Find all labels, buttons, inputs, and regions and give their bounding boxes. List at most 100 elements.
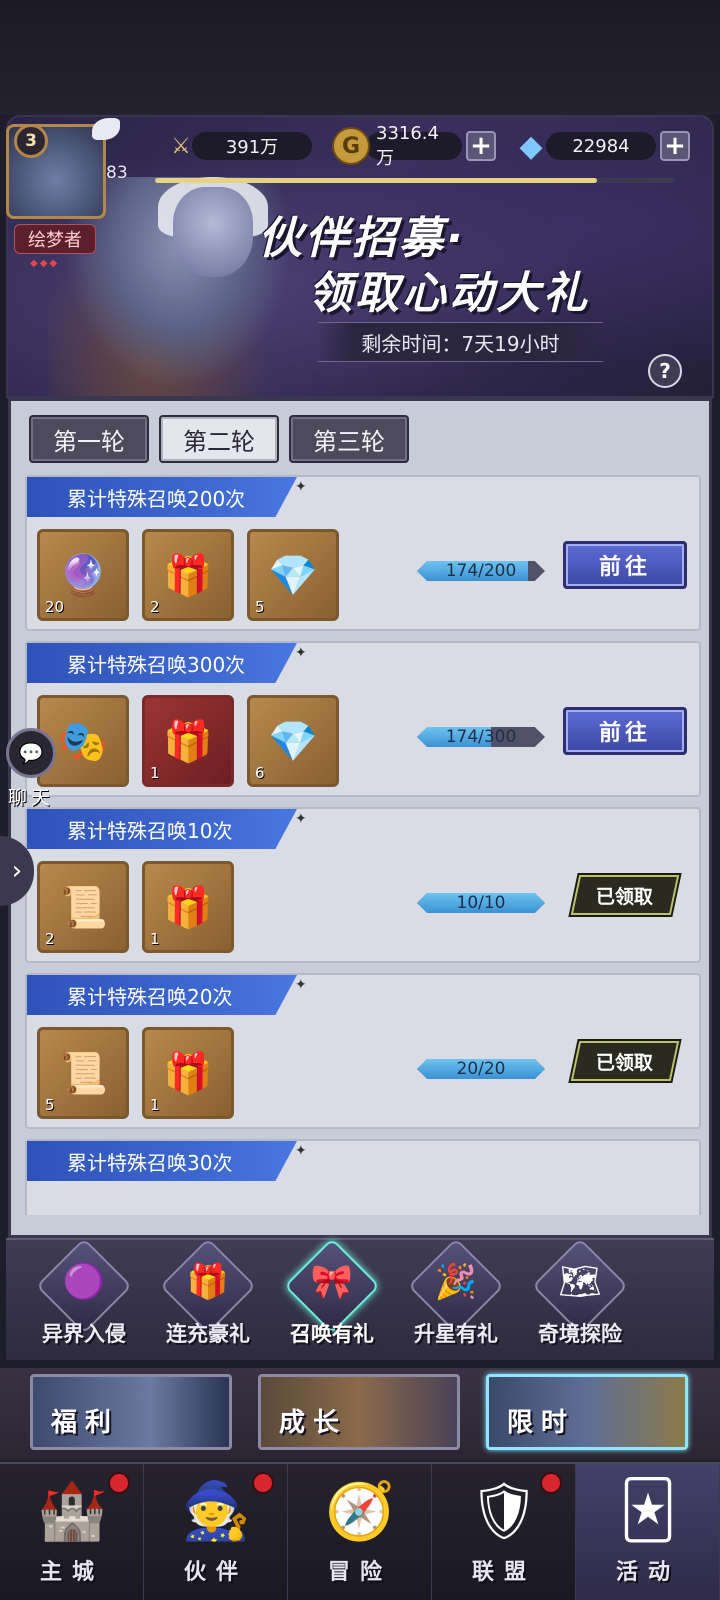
- reward-panel-inner[interactable]: 第一轮 第二轮 第三轮 累计特殊召唤200次 ✦ 🔮 20 🎁 2 💎 5 174/200 前往累…: [25, 407, 701, 1215]
- task-row: 累计特殊召唤300次 ✦ 🎭 🎁 1 💎 6 174/300 前往: [25, 641, 701, 797]
- nav-item[interactable]: 🃏 活动: [576, 1464, 720, 1600]
- item-count: 2: [45, 930, 55, 948]
- add-diamond-button[interactable]: +: [660, 131, 690, 161]
- activity-item[interactable]: 🟣 异界入侵: [28, 1237, 140, 1358]
- rank-diamonds-icon: ◆◆◆: [30, 258, 60, 269]
- tab-round-3[interactable]: 第三轮: [289, 415, 409, 463]
- activity-strip: 🟣 异界入侵 🎁 连充豪礼 🎀 召唤有礼 🎉 升星有礼 🗺 奇境探险: [6, 1237, 714, 1360]
- activity-item[interactable]: 🎉 升星有礼: [400, 1237, 512, 1358]
- hero-portrait-icon: 🎭: [58, 718, 108, 765]
- activity-label: 升星有礼: [414, 1322, 498, 1346]
- nav-label: 冒险: [327, 1560, 392, 1585]
- reward-items: 🔮 20 🎁 2 💎 5: [37, 529, 339, 621]
- gold-coin-icon: G: [332, 127, 370, 165]
- currency-bar: ⚔ 391万 G 3316.4万 + ◆ 22984 +: [150, 123, 690, 169]
- activity-item[interactable]: 🗺 奇境探险: [524, 1237, 636, 1358]
- crystal-coffin-icon: 🔮: [58, 552, 108, 599]
- reward-item[interactable]: 🎁 1: [142, 695, 234, 787]
- monster-face: [173, 187, 253, 277]
- task-row: 累计特殊召唤20次 ✦ 📜 5 🎁 1 20/20 已领取: [25, 973, 701, 1129]
- power-value: 391万: [192, 132, 312, 160]
- nav-item[interactable]: 🧭 冒险: [288, 1464, 432, 1600]
- red-gem-icon: 💎: [268, 718, 318, 765]
- chat-label: 聊天: [8, 787, 55, 809]
- progress-text: 174/300: [445, 727, 517, 747]
- golden-scroll-icon: 📜: [58, 884, 108, 931]
- goto-button[interactable]: 前往: [563, 541, 687, 589]
- reward-item[interactable]: 🎁 1: [142, 1027, 234, 1119]
- sparkle-icon: ✦: [295, 1143, 307, 1159]
- red-gem-icon: 💎: [268, 552, 318, 599]
- item-count: 5: [255, 598, 265, 616]
- power-display: ⚔ 391万: [162, 128, 312, 164]
- limited-time-button[interactable]: 限时: [486, 1374, 688, 1450]
- add-gold-button[interactable]: +: [466, 131, 496, 161]
- bottom-nav: 🏰 主城 🧙 伙伴 🧭 冒险 🛡 联盟 🃏 活动: [0, 1462, 720, 1600]
- help-button[interactable]: ?: [648, 354, 682, 388]
- welfare-button[interactable]: 福利: [30, 1374, 232, 1450]
- activity-label: 召唤有礼: [290, 1322, 374, 1346]
- reward-items: 🎭 🎁 1 💎 6: [37, 695, 339, 787]
- task-title: 累计特殊召唤300次: [27, 643, 297, 683]
- diamond-value: 22984: [546, 132, 656, 160]
- chat-bubble-icon: 💬: [18, 741, 44, 765]
- activity-label: 异界入侵: [42, 1322, 126, 1346]
- reward-items: 📜 2 🎁 1: [37, 861, 234, 953]
- progress-bar: 174/200: [417, 561, 545, 581]
- reward-item[interactable]: 🎁 1: [142, 861, 234, 953]
- activity-label: 奇境探险: [538, 1322, 622, 1346]
- sparkle-icon: ✦: [295, 977, 307, 993]
- golden-scroll-icon: 📜: [58, 1050, 108, 1097]
- nav-item[interactable]: 🧙 伙伴: [144, 1464, 288, 1600]
- task-title: 累计特殊召唤200次: [27, 477, 297, 517]
- nav-label: 活动: [615, 1560, 680, 1585]
- reward-item[interactable]: 🔮 20: [37, 529, 129, 621]
- player-level-badge: 3: [14, 124, 48, 158]
- gold-display: G 3316.4万 +: [332, 123, 496, 169]
- growth-button[interactable]: 成长: [258, 1374, 460, 1450]
- reward-item[interactable]: 🎁 2: [142, 529, 234, 621]
- gift-box-icon: 🎁: [163, 552, 213, 599]
- task-row: 累计特殊召唤30次 ✦: [25, 1139, 701, 1215]
- nav-item[interactable]: 🛡 联盟: [432, 1464, 576, 1600]
- activity-icon: 🎉: [434, 1262, 478, 1302]
- nav-label: 主城: [39, 1560, 104, 1585]
- task-row: 累计特殊召唤200次 ✦ 🔮 20 🎁 2 💎 5 174/200 前往: [25, 475, 701, 631]
- activity-item[interactable]: 🎀 召唤有礼: [276, 1237, 388, 1358]
- tab-round-2[interactable]: 第二轮: [159, 415, 279, 463]
- remaining-time: 剩余时间：7天19小时: [318, 322, 603, 362]
- diamond-display: ◆ 22984 +: [512, 128, 690, 164]
- progress-bar: 10/10: [417, 893, 545, 913]
- activity-icon: 🎁: [186, 1262, 230, 1302]
- nav-icon: 🧭: [325, 1479, 395, 1544]
- nav-label: 伙伴: [183, 1560, 248, 1585]
- xp-bar: [155, 178, 675, 183]
- activity-item[interactable]: 🎁 连充豪礼: [152, 1237, 264, 1358]
- claimed-label: 已领取: [596, 1051, 654, 1074]
- task-title: 累计特殊召唤10次: [27, 809, 297, 849]
- item-count: 1: [150, 764, 160, 782]
- progress-bar: 174/300: [417, 727, 545, 747]
- item-count: 5: [45, 1096, 55, 1114]
- chat-button[interactable]: 💬: [6, 728, 56, 778]
- reward-item[interactable]: 💎 6: [247, 695, 339, 787]
- gift-box-icon: 🎁: [163, 1050, 213, 1097]
- diamond-icon: ◆: [519, 128, 543, 164]
- activity-icon: 🎀: [310, 1262, 354, 1302]
- reward-item[interactable]: 📜 2: [37, 861, 129, 953]
- notification-dot: [252, 1472, 274, 1494]
- sparkle-icon: ✦: [295, 479, 307, 495]
- goto-button[interactable]: 前往: [563, 707, 687, 755]
- progress-bar: 20/20: [417, 1059, 545, 1079]
- sparkle-icon: ✦: [295, 645, 307, 661]
- claimed-badge: 已领取: [570, 875, 680, 915]
- tab-round-1[interactable]: 第一轮: [29, 415, 149, 463]
- reward-panel: 第一轮 第二轮 第三轮 累计特殊召唤200次 ✦ 🔮 20 🎁 2 💎 5 174/200 前往累…: [8, 398, 712, 1238]
- item-count: 1: [150, 930, 160, 948]
- reward-item[interactable]: 💎 5: [247, 529, 339, 621]
- activity-label: 连充豪礼: [166, 1322, 250, 1346]
- sword-icon: ⚔: [171, 133, 191, 159]
- nav-item[interactable]: 🏰 主城: [0, 1464, 144, 1600]
- reward-item[interactable]: 📜 5: [37, 1027, 129, 1119]
- progress-text: 20/20: [456, 1059, 506, 1079]
